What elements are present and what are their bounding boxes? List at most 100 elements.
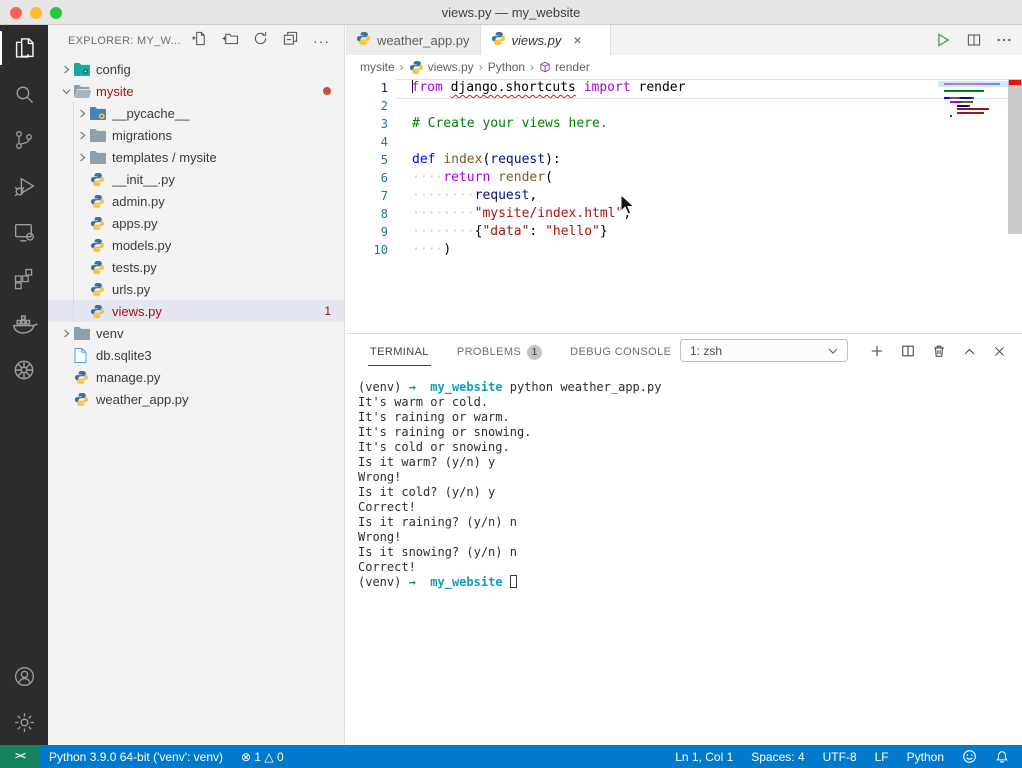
new-file-icon[interactable] (192, 31, 207, 51)
tree-item-venv[interactable]: venv (48, 322, 344, 344)
code-line-8[interactable]: 8 ········"mysite/index.html", (346, 205, 1022, 223)
code-line-text: def index(request): (412, 152, 561, 167)
code-line-7[interactable]: 7 ········request, (346, 187, 1022, 205)
python-icon (90, 260, 110, 275)
terminal-output[interactable]: (venv) → my_website python weather_app.p… (346, 368, 1022, 745)
chevron-right-icon[interactable] (58, 65, 74, 74)
terminal-line: Is it warm? (y/n) y (358, 455, 496, 469)
code-line-9[interactable]: 9 ········{"data": "hello"} (346, 223, 1022, 241)
explorer-icon[interactable] (0, 25, 48, 71)
split-terminal-button[interactable] (901, 344, 915, 358)
breadcrumb-item-mysite[interactable]: mysite (360, 60, 395, 74)
indent-guide (73, 300, 74, 322)
minimap[interactable] (938, 81, 1012, 119)
status-item-spaces-4[interactable]: Spaces: 4 (742, 745, 813, 768)
code-line-2[interactable]: 2 (346, 97, 1022, 115)
code-line-10[interactable]: 10 ····) (346, 241, 1022, 259)
tree-item-mysite[interactable]: mysite (48, 80, 344, 102)
zoom-window-button[interactable] (50, 6, 62, 19)
kill-terminal-button[interactable] (932, 344, 946, 358)
tree-item-manage-py[interactable]: manage.py (48, 366, 344, 388)
status-item-ln-1-col-1[interactable]: Ln 1, Col 1 (666, 745, 742, 768)
status-item-python[interactable]: Python (898, 745, 953, 768)
collapse-all-icon[interactable] (283, 31, 298, 51)
breadcrumb-item-python[interactable]: Python (488, 60, 525, 74)
activity-bar (0, 25, 48, 745)
breadcrumb-item-render[interactable]: render (539, 60, 590, 74)
chevron-right-icon[interactable] (74, 109, 90, 118)
run-debug-icon[interactable] (0, 163, 48, 209)
tree-item-weather-app-py[interactable]: weather_app.py (48, 388, 344, 410)
tree-item-tests-py[interactable]: tests.py (48, 256, 344, 278)
tab-weather-app-py[interactable]: weather_app.py (346, 25, 481, 55)
close-tab-icon[interactable]: × (573, 33, 581, 47)
source-control-icon[interactable] (0, 117, 48, 163)
tree-item-label: __init__.py (112, 171, 175, 187)
tab-views-py[interactable]: views.py × (480, 25, 611, 55)
tree-item-config[interactable]: config (48, 58, 344, 80)
close-window-button[interactable] (10, 6, 22, 19)
chevron-right-icon[interactable] (58, 329, 74, 338)
scrollbar[interactable] (1008, 79, 1022, 333)
problems-status[interactable]: ⊗ 1 △ 0 (232, 745, 293, 768)
code-line-text: ····return render( (412, 170, 553, 185)
chevron-right-icon[interactable] (74, 131, 90, 140)
extensions-icon[interactable] (0, 255, 48, 301)
panel-header: TERMINAL PROBLEMS 1 DEBUG CONSOLE 1: zsh (346, 334, 1022, 368)
tree-item-models-py[interactable]: models.py (48, 234, 344, 256)
remote-indicator[interactable]: >< (0, 745, 40, 768)
minimize-window-button[interactable] (30, 6, 42, 19)
status-item-lf[interactable]: LF (866, 745, 898, 768)
chevron-down-icon[interactable] (58, 87, 74, 96)
code-line-6[interactable]: 6 ····return render( (346, 169, 1022, 187)
notifications-bell-icon[interactable] (986, 745, 1018, 768)
panel-tab-terminal[interactable]: TERMINAL (368, 337, 431, 366)
minimap-line (944, 100, 1006, 103)
tree-item-templates-mysite[interactable]: templates / mysite (48, 146, 344, 168)
remote-explorer-icon[interactable] (0, 209, 48, 255)
tree-item-db-sqlite3[interactable]: db.sqlite3 (48, 344, 344, 366)
panel-tab-problems[interactable]: PROBLEMS 1 (455, 336, 544, 367)
tree-item--init-py[interactable]: __init__.py (48, 168, 344, 190)
more-actions-icon[interactable]: ⋯ (996, 30, 1012, 50)
scrollbar-slider[interactable] (1008, 79, 1022, 234)
code-line-3[interactable]: 3 # Create your views here. (346, 115, 1022, 133)
tree-item-apps-py[interactable]: apps.py (48, 212, 344, 234)
tree-item-urls-py[interactable]: urls.py (48, 278, 344, 300)
run-python-file-button[interactable] (934, 31, 952, 49)
more-icon[interactable]: ··· (313, 34, 330, 48)
panel-tab-debug-console[interactable]: DEBUG CONSOLE (568, 337, 673, 365)
maximize-panel-button[interactable] (963, 345, 976, 358)
code-line-4[interactable]: 4 (346, 133, 1022, 151)
code-line-1[interactable]: 1 from django.shortcuts import render (346, 79, 1022, 99)
python-icon (74, 392, 94, 407)
terminal-line: It's warm or cold. (358, 395, 489, 409)
tree-item-admin-py[interactable]: admin.py (48, 190, 344, 212)
new-terminal-button[interactable] (870, 344, 884, 358)
tree-item-views-py[interactable]: views.py 1 (48, 300, 344, 322)
python-interpreter-status[interactable]: Python 3.9.0 64-bit ('venv': venv) (40, 745, 232, 768)
refresh-icon[interactable] (253, 31, 268, 51)
code-editor[interactable]: 1 from django.shortcuts import render 2 3 # … (346, 79, 1022, 333)
chevron-right-icon[interactable] (74, 153, 90, 162)
tree-item-migrations[interactable]: migrations (48, 124, 344, 146)
account-icon[interactable] (0, 653, 48, 699)
code-line-text: ········request, (412, 188, 538, 203)
docker-icon[interactable] (0, 301, 48, 347)
new-folder-icon[interactable] (222, 31, 239, 51)
shell-select-value: 1: zsh (690, 343, 723, 358)
feedback-icon[interactable] (953, 745, 986, 768)
code-line-5[interactable]: 5 def index(request): (346, 151, 1022, 169)
tree-item-label: urls.py (112, 281, 151, 297)
breadcrumb-separator: › (399, 60, 404, 74)
terminal-shell-select[interactable]: 1: zsh (680, 339, 848, 362)
status-item-utf-8[interactable]: UTF-8 (814, 745, 866, 768)
search-icon[interactable] (0, 71, 48, 117)
breadcrumb-item-views-py[interactable]: views.py (409, 60, 474, 75)
tree-item--pycache-[interactable]: __pycache__ (48, 102, 344, 124)
close-panel-button[interactable] (993, 345, 1006, 358)
split-editor-icon[interactable] (966, 32, 982, 48)
settings-icon[interactable] (0, 699, 48, 745)
panel-tabs: TERMINAL PROBLEMS 1 DEBUG CONSOLE (368, 336, 697, 367)
kubernetes-icon[interactable] (0, 347, 48, 393)
